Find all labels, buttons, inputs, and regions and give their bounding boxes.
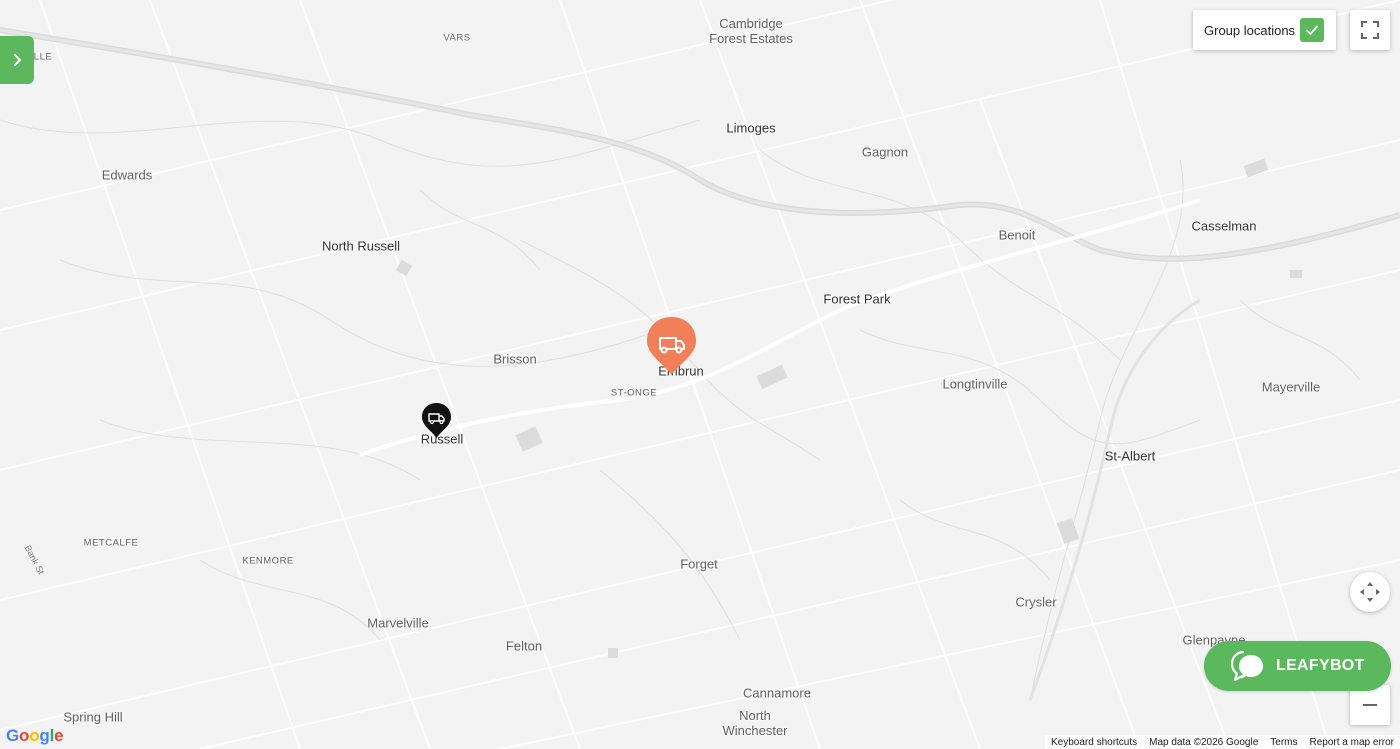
place-label: ST-ONGE [610, 387, 658, 399]
group-locations-checkbox[interactable] [1300, 18, 1324, 42]
van-icon [422, 403, 451, 438]
place-label: St-Albert [1104, 448, 1156, 464]
place-label: Felton [505, 638, 543, 654]
place-label: North Winchester [722, 708, 788, 738]
minus-icon [1363, 704, 1377, 706]
group-locations-label: Group locations [1204, 22, 1296, 38]
report-map-error-link[interactable]: Report a map error [1304, 737, 1400, 748]
place-label: North Russell [321, 238, 401, 254]
place-label: Cambridge Forest Estates [709, 16, 793, 46]
map-canvas[interactable]: Cambridge Forest Estates VARS LLE Limoges Gag… [0, 0, 1400, 749]
map-footer: Keyboard shortcuts Map data ©2026 Google… [1044, 735, 1400, 749]
place-label: Forget [680, 556, 718, 572]
place-label: Longtinville [942, 376, 1008, 392]
terms-link[interactable]: Terms [1264, 737, 1303, 748]
sidebar-toggle-button[interactable] [0, 36, 34, 84]
place-label: Spring Hill [63, 709, 123, 725]
delivery-van-marker-embrun[interactable] [645, 315, 698, 377]
place-label: Casselman [1191, 218, 1257, 234]
van-icon [647, 317, 696, 375]
place-label: Brisson [493, 351, 537, 367]
place-label: Gagnon [861, 144, 909, 160]
google-logo: Google [6, 726, 64, 745]
place-label: Forest Park [823, 291, 891, 307]
chevron-right-icon [14, 54, 21, 66]
move-arrows-icon [1360, 582, 1380, 602]
place-label: KENMORE [242, 555, 294, 567]
map-data-attribution: Map data ©2026 Google [1149, 736, 1259, 748]
place-label: Marvelville [367, 615, 429, 631]
leafybot-chat-button[interactable]: LEAFYBOT [1204, 641, 1391, 691]
place-label: METCALFE [83, 537, 139, 549]
map-pan-button[interactable] [1350, 572, 1390, 612]
chat-bubbles-icon [1230, 650, 1263, 682]
place-label: Cannamore [743, 685, 811, 701]
place-label: LLE [33, 51, 53, 63]
fullscreen-icon [1361, 21, 1379, 39]
check-icon [1306, 25, 1318, 35]
place-label: VARS [443, 32, 471, 44]
fullscreen-button[interactable] [1350, 10, 1390, 50]
leafybot-label: LEAFYBOT [1276, 657, 1365, 674]
place-label: Crysler [1015, 594, 1057, 610]
place-label: Benoit [998, 227, 1036, 243]
place-label: Edwards [101, 167, 153, 183]
zoom-out-button[interactable] [1350, 685, 1390, 725]
place-label: Limoges [726, 120, 776, 136]
group-locations-control: Group locations [1193, 10, 1336, 50]
delivery-van-marker-russell[interactable] [421, 402, 452, 439]
place-label: Mayerville [1261, 379, 1321, 395]
keyboard-shortcuts-link[interactable]: Keyboard shortcuts [1045, 737, 1143, 748]
